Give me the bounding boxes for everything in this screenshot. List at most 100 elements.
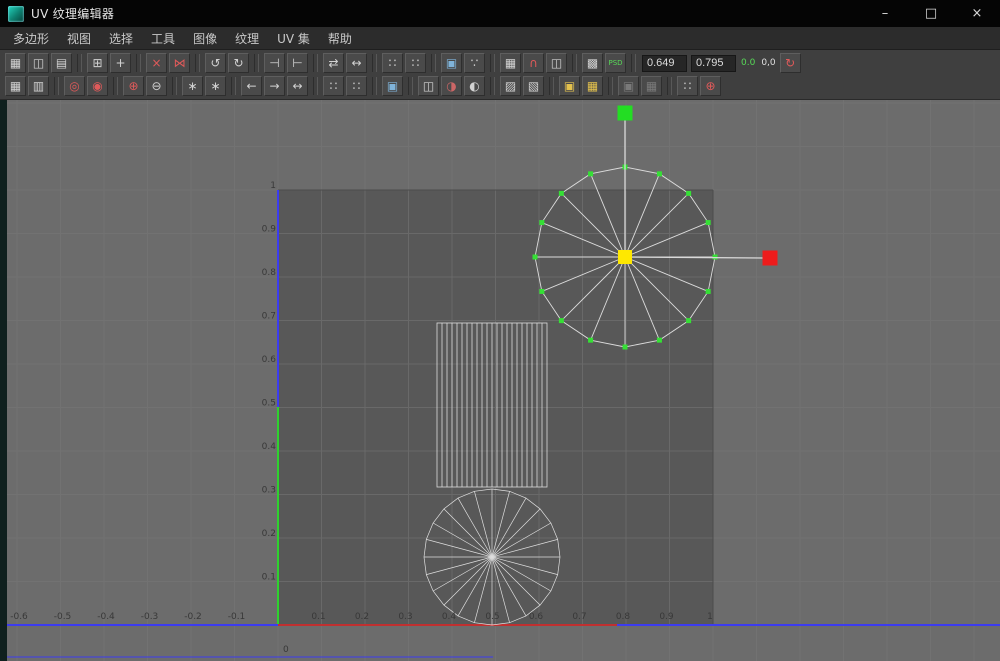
menu-uv-set[interactable]: UV 集 (268, 27, 319, 50)
uv-vertex[interactable] (539, 289, 544, 294)
uv-viewport[interactable]: 10.90.80.70.60.50.40.30.20.1-0.6-0.5-0.4… (0, 100, 1000, 661)
sew-right-icon[interactable]: → (264, 76, 285, 96)
display-grid-icon[interactable]: ▦ (500, 53, 521, 73)
uv-vertex[interactable] (657, 338, 662, 343)
toolbar: ▦◫▤⊞+×⋈↺↻⊣⊢⇄↔∷∷▣∵▦∩◫▩PSD0.00,0↻ ▦▥◎◉⊕⊖∗∗… (0, 50, 1000, 100)
uv-vertex[interactable] (686, 191, 691, 196)
menu-polygons[interactable]: 多边形 (4, 27, 58, 50)
psd-network-icon[interactable]: PSD (605, 53, 626, 73)
uv-vertex[interactable] (559, 191, 564, 196)
svg-text:0.8: 0.8 (262, 268, 277, 278)
copy-uvs-icon[interactable]: ▣ (559, 76, 580, 96)
move-uv-shell-tool-icon[interactable]: + (110, 53, 131, 73)
move-x-handle[interactable] (763, 251, 778, 266)
move-and-sew-icon[interactable]: ⇄ (323, 53, 344, 73)
paste-u-disabled-icon[interactable]: ▣ (618, 76, 639, 96)
align-uvs-left-icon[interactable]: ⊣ (264, 53, 285, 73)
shade-uvs-icon[interactable]: ◫ (546, 53, 567, 73)
uv-shell-view-icon[interactable]: ◫ (28, 53, 49, 73)
svg-text:-0.4: -0.4 (97, 612, 115, 622)
pixel-snap-magnet-icon[interactable]: ∩ (523, 53, 544, 73)
checker-display-a-icon[interactable]: ▨ (500, 76, 521, 96)
snapshot-options-icon[interactable]: ∵ (464, 53, 485, 73)
display-alpha-icon[interactable]: ◐ (464, 76, 485, 96)
isolate-select-view-icon[interactable]: ◎ (64, 76, 85, 96)
grid-points-a-icon[interactable]: ∷ (323, 76, 344, 96)
svg-text:-0.5: -0.5 (54, 612, 72, 622)
svg-text:0.5: 0.5 (262, 399, 276, 409)
grid-uvs-icon[interactable]: ∷ (382, 53, 403, 73)
title-bar: UV 纹理编辑器 – □ × (0, 0, 1000, 27)
remove-from-isolation-icon[interactable]: ⊖ (146, 76, 167, 96)
menu-view[interactable]: 视图 (58, 27, 100, 50)
refresh-uv-values-icon[interactable]: ↻ (780, 53, 801, 73)
uv-snapshot-icon[interactable]: ▣ (441, 53, 462, 73)
v-coordinate-input[interactable] (691, 55, 736, 72)
uv-texture-editor-window: UV 纹理编辑器 – □ × 多边形视图选择工具图像纹理UV 集帮助 ▦◫▤⊞+… (0, 0, 1000, 661)
uv-pivot-handle[interactable] (618, 250, 632, 264)
toolbar-separator (136, 54, 141, 72)
menu-select[interactable]: 选择 (100, 27, 142, 50)
svg-text:-0.6: -0.6 (10, 612, 28, 622)
dim-image-icon[interactable]: ▩ (582, 53, 603, 73)
sew-left-icon[interactable]: ← (241, 76, 262, 96)
uv-vertex[interactable] (706, 220, 711, 225)
paste-v-disabled-icon[interactable]: ▦ (641, 76, 662, 96)
uv-vertex[interactable] (706, 289, 711, 294)
sew-both-icon[interactable]: ↔ (287, 76, 308, 96)
svg-text:0.7: 0.7 (572, 612, 586, 622)
toolbar-separator (254, 54, 259, 72)
window-controls: – □ × (862, 0, 1000, 27)
menu-tool[interactable]: 工具 (142, 27, 184, 50)
uv-vertex[interactable] (533, 255, 538, 260)
toolbar-separator (431, 54, 436, 72)
uv-vertex[interactable] (559, 318, 564, 323)
svg-text:0.5: 0.5 (485, 612, 499, 622)
uv-shell-bottom-cap[interactable] (424, 489, 560, 625)
uv-distortion-view-icon[interactable]: ▤ (51, 53, 72, 73)
checker-display-b-icon[interactable]: ▧ (523, 76, 544, 96)
rotate-uvs-ccw-icon[interactable]: ↺ (205, 53, 226, 73)
toolbar-separator (408, 77, 413, 95)
merge-uvs-icon[interactable]: ↔ (346, 53, 367, 73)
layout-uvs-icon[interactable]: ∷ (405, 53, 426, 73)
add-to-isolation-icon[interactable]: ⊕ (123, 76, 144, 96)
uv-range-icon[interactable]: ▣ (382, 76, 403, 96)
u-coordinate-input[interactable] (642, 55, 687, 72)
menu-texture[interactable]: 纹理 (226, 27, 268, 50)
align-uvs-right-icon[interactable]: ⊢ (287, 53, 308, 73)
select-shell-grid-icon[interactable]: ▥ (28, 76, 49, 96)
toolbar-separator (231, 77, 236, 95)
toolbar-separator (113, 77, 118, 95)
rotate-uvs-cw-icon[interactable]: ↻ (228, 53, 249, 73)
texture-color-wheel-icon[interactable]: ◑ (441, 76, 462, 96)
menu-help[interactable]: 帮助 (319, 27, 361, 50)
menu-image[interactable]: 图像 (184, 27, 226, 50)
snap-together-b-icon[interactable]: ∗ (205, 76, 226, 96)
uv-vertex[interactable] (588, 338, 593, 343)
copy-uv-layout-icon[interactable]: ◫ (418, 76, 439, 96)
delete-uvs-icon[interactable]: ⊕ (700, 76, 721, 96)
lattice-tool-icon[interactable]: ⊞ (87, 53, 108, 73)
maximize-button[interactable]: □ (908, 0, 954, 27)
isolate-select-add-icon[interactable]: ◉ (87, 76, 108, 96)
uv-vertex[interactable] (657, 171, 662, 176)
close-button[interactable]: × (954, 0, 1000, 27)
uv-vertex[interactable] (623, 345, 628, 350)
move-y-handle[interactable] (618, 106, 633, 121)
grid-points-b-icon[interactable]: ∷ (346, 76, 367, 96)
uv-vertex[interactable] (686, 318, 691, 323)
select-faces-grid-icon[interactable]: ▦ (5, 76, 26, 96)
minimize-button[interactable]: – (862, 0, 908, 27)
toolbar-separator (372, 54, 377, 72)
snap-together-a-icon[interactable]: ∗ (182, 76, 203, 96)
uv-editor-canvas[interactable]: 10.90.80.70.60.50.40.30.20.1-0.6-0.5-0.4… (0, 100, 1000, 661)
split-uvs-icon[interactable]: ⋈ (169, 53, 190, 73)
window-title: UV 纹理编辑器 (31, 5, 114, 22)
uv-vertex[interactable] (588, 171, 593, 176)
cut-uv-edges-icon[interactable]: × (146, 53, 167, 73)
cycle-uvs-icon[interactable]: ∷ (677, 76, 698, 96)
uv-texture-grid-icon[interactable]: ▦ (5, 53, 26, 73)
paste-uvs-icon[interactable]: ▦ (582, 76, 603, 96)
uv-vertex[interactable] (539, 220, 544, 225)
